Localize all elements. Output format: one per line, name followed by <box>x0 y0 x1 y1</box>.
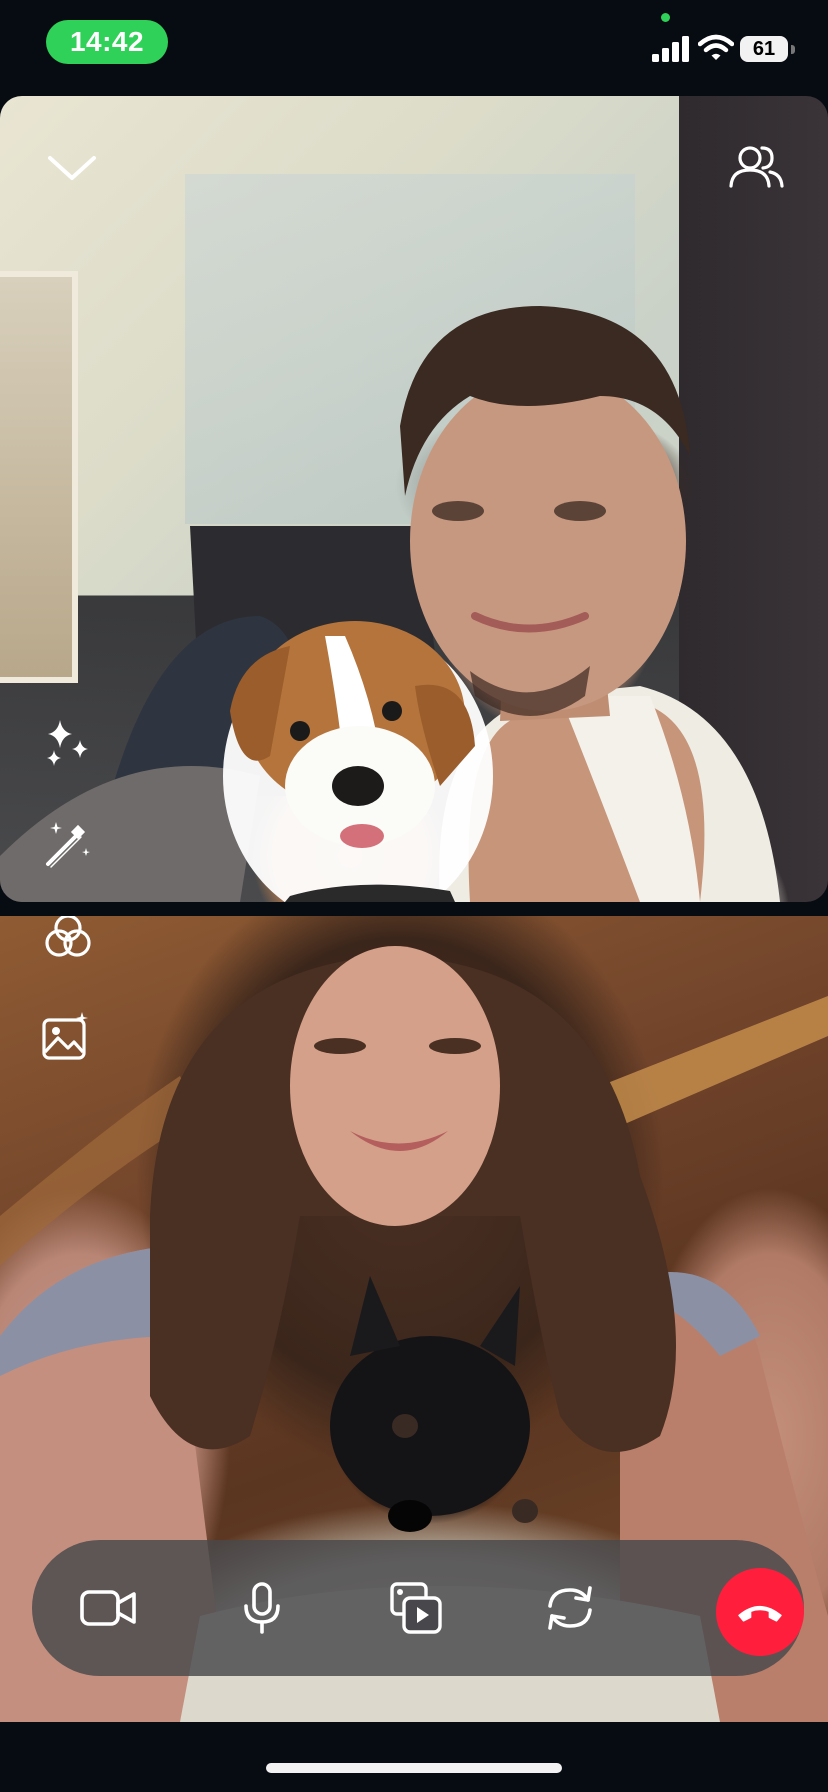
remote-video-tile[interactable] <box>0 96 828 902</box>
signal-icon <box>652 36 692 62</box>
end-call-icon <box>738 1605 782 1622</box>
camera-toggle-button[interactable] <box>58 1540 158 1676</box>
end-call-button[interactable] <box>716 1568 804 1656</box>
magic-wand-icon <box>46 822 90 868</box>
battery-icon: 61 <box>740 36 796 64</box>
participants-button[interactable] <box>726 140 786 196</box>
share-media-button[interactable] <box>366 1540 466 1676</box>
home-indicator[interactable] <box>266 1763 562 1773</box>
flip-camera-icon <box>548 1586 592 1630</box>
filters-button[interactable] <box>40 916 96 966</box>
background-image-icon <box>42 1012 88 1060</box>
sparkles-icon <box>47 720 88 766</box>
background-button[interactable] <box>38 1008 94 1064</box>
collapse-call-button[interactable] <box>44 144 100 192</box>
chevron-down-icon <box>48 156 96 180</box>
call-controls-bar <box>32 1540 804 1676</box>
status-time[interactable]: 14:42 <box>46 20 168 64</box>
share-screen-icon <box>390 1582 442 1634</box>
effects-button[interactable] <box>40 716 96 772</box>
touch-up-button[interactable] <box>40 816 96 872</box>
participants-icon <box>729 146 784 188</box>
microphone-toggle-button[interactable] <box>212 1540 312 1676</box>
flip-camera-button[interactable] <box>520 1540 620 1676</box>
status-bar: 14:42 61 <box>0 0 828 96</box>
microphone-icon <box>244 1582 280 1634</box>
remote-video-frame <box>0 306 780 902</box>
camera-in-use-indicator <box>661 13 670 22</box>
battery-cap <box>791 45 795 54</box>
filters-icon <box>45 916 91 957</box>
battery-level: 61 <box>740 36 788 62</box>
video-camera-icon <box>80 1590 136 1626</box>
wifi-icon <box>697 34 735 62</box>
